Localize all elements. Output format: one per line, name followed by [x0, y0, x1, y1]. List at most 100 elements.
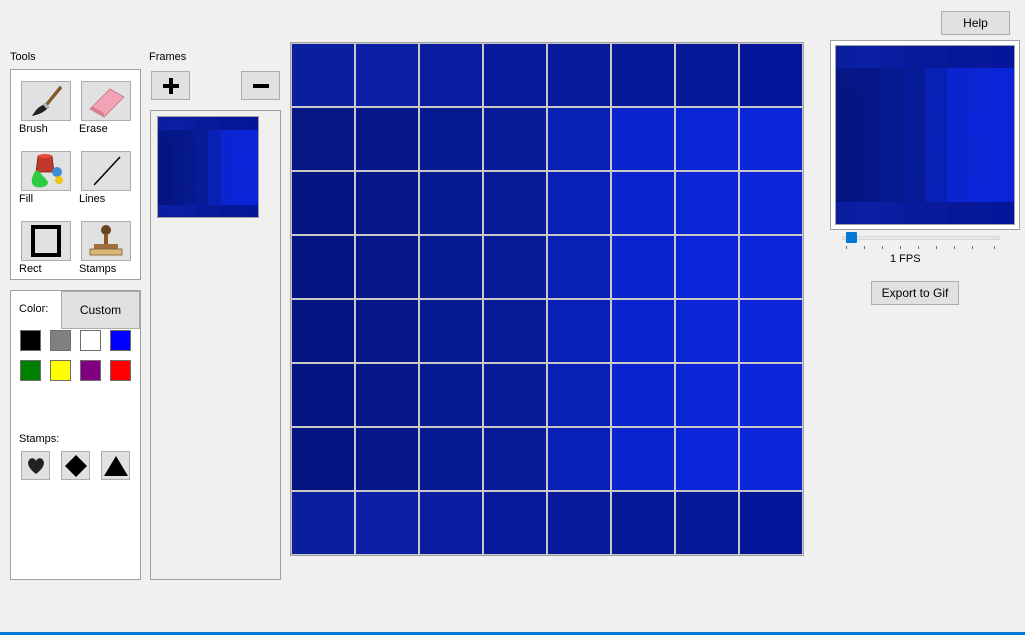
canvas-cell[interactable] [292, 428, 354, 490]
canvas-cell[interactable] [740, 236, 802, 298]
canvas-cell[interactable] [612, 108, 674, 170]
fps-slider-thumb[interactable] [846, 232, 857, 243]
canvas-cell[interactable] [292, 236, 354, 298]
canvas-cell[interactable] [612, 492, 674, 554]
swatch-yellow[interactable] [50, 360, 71, 381]
canvas-cell[interactable] [548, 236, 610, 298]
canvas-cell[interactable] [420, 300, 482, 362]
canvas-cell[interactable] [676, 44, 738, 106]
canvas-cell[interactable] [420, 44, 482, 106]
canvas-cell[interactable] [292, 492, 354, 554]
preview-pixel [947, 90, 970, 113]
rect-tool-button[interactable] [21, 221, 71, 261]
canvas-cell[interactable] [740, 492, 802, 554]
canvas-cell[interactable] [676, 364, 738, 426]
canvas-cell[interactable] [484, 428, 546, 490]
canvas-cell[interactable] [740, 172, 802, 234]
swatch-white[interactable] [80, 330, 101, 351]
canvas-cell[interactable] [548, 44, 610, 106]
remove-frame-button[interactable] [241, 71, 280, 100]
canvas-cell[interactable] [612, 428, 674, 490]
swatch-purple[interactable] [80, 360, 101, 381]
fill-tool-button[interactable] [21, 151, 71, 191]
canvas-cell[interactable] [548, 364, 610, 426]
preview-pixel [902, 179, 925, 202]
custom-color-button[interactable]: Custom [61, 291, 140, 329]
erase-tool-button[interactable] [81, 81, 131, 121]
frame-thumbnail[interactable] [157, 116, 259, 218]
canvas-cell[interactable] [676, 492, 738, 554]
canvas-cell[interactable] [740, 44, 802, 106]
canvas-cell[interactable] [740, 364, 802, 426]
preview-pixel [183, 142, 196, 155]
canvas-cell[interactable] [676, 428, 738, 490]
canvas-cell[interactable] [676, 300, 738, 362]
brush-tool-button[interactable] [21, 81, 71, 121]
heart-stamp-button[interactable] [21, 451, 50, 480]
swatch-blue[interactable] [110, 330, 131, 351]
canvas-cell[interactable] [292, 172, 354, 234]
canvas-cell[interactable] [548, 108, 610, 170]
canvas-cell[interactable] [612, 172, 674, 234]
canvas-cell[interactable] [420, 364, 482, 426]
canvas-cell[interactable] [292, 108, 354, 170]
canvas-cell[interactable] [356, 364, 418, 426]
canvas-cell[interactable] [676, 236, 738, 298]
preview-pixel [969, 179, 992, 202]
canvas-cell[interactable] [740, 300, 802, 362]
canvas-cell[interactable] [356, 172, 418, 234]
canvas-cell[interactable] [740, 108, 802, 170]
canvas-cell[interactable] [548, 172, 610, 234]
canvas-cell[interactable] [484, 44, 546, 106]
canvas-cell[interactable] [356, 300, 418, 362]
eraser-icon [89, 88, 125, 118]
export-gif-button[interactable]: Export to Gif [871, 281, 959, 305]
canvas-cell[interactable] [548, 428, 610, 490]
canvas-cell[interactable] [676, 172, 738, 234]
preview-pixel [991, 157, 1014, 180]
triangle-stamp-button[interactable] [101, 451, 130, 480]
canvas-cell[interactable] [292, 300, 354, 362]
add-frame-button[interactable] [151, 71, 190, 100]
canvas-cell[interactable] [548, 300, 610, 362]
canvas-cell[interactable] [356, 492, 418, 554]
help-button[interactable]: Help [941, 11, 1010, 35]
canvas-cell[interactable] [612, 300, 674, 362]
canvas-cell[interactable] [292, 364, 354, 426]
preview-pixel [245, 179, 258, 192]
pixel-canvas[interactable] [290, 42, 804, 556]
canvas-cell[interactable] [356, 236, 418, 298]
swatch-gray[interactable] [50, 330, 71, 351]
canvas-cell[interactable] [484, 236, 546, 298]
preview-pixel [170, 117, 183, 130]
canvas-cell[interactable] [484, 364, 546, 426]
fps-slider-track[interactable] [842, 236, 1000, 240]
swatch-green[interactable] [20, 360, 41, 381]
canvas-cell[interactable] [484, 300, 546, 362]
swatch-red[interactable] [110, 360, 131, 381]
canvas-cell[interactable] [484, 108, 546, 170]
preview-row [158, 167, 258, 180]
preview-pixel [947, 68, 970, 91]
canvas-cell[interactable] [420, 492, 482, 554]
canvas-cell[interactable] [420, 428, 482, 490]
canvas-cell[interactable] [420, 172, 482, 234]
canvas-cell[interactable] [740, 428, 802, 490]
canvas-cell[interactable] [420, 108, 482, 170]
lines-tool-button[interactable] [81, 151, 131, 191]
canvas-cell[interactable] [612, 236, 674, 298]
canvas-cell[interactable] [356, 108, 418, 170]
canvas-cell[interactable] [612, 364, 674, 426]
canvas-cell[interactable] [356, 428, 418, 490]
canvas-cell[interactable] [356, 44, 418, 106]
canvas-cell[interactable] [676, 108, 738, 170]
canvas-cell[interactable] [420, 236, 482, 298]
canvas-cell[interactable] [548, 492, 610, 554]
canvas-cell[interactable] [484, 492, 546, 554]
swatch-black[interactable] [20, 330, 41, 351]
canvas-cell[interactable] [612, 44, 674, 106]
canvas-cell[interactable] [292, 44, 354, 106]
diamond-stamp-button[interactable] [61, 451, 90, 480]
stamps-tool-button[interactable] [81, 221, 131, 261]
canvas-cell[interactable] [484, 172, 546, 234]
